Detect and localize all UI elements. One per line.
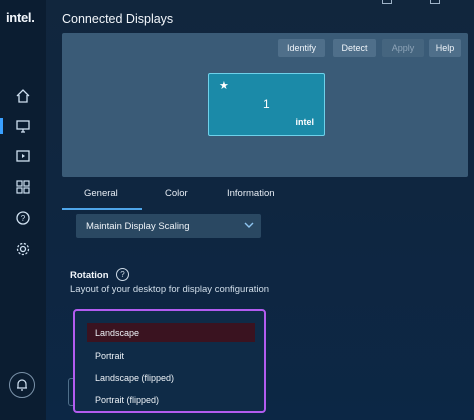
main-content: Connected Displays Identify Detect Apply…: [46, 0, 474, 420]
display-1-tile[interactable]: ★ 1 intel: [208, 73, 325, 136]
notification-bell-icon[interactable]: [9, 372, 35, 398]
primary-star-icon: ★: [219, 80, 229, 92]
help-button[interactable]: Help: [429, 39, 461, 57]
rotation-description: Layout of your desktop for display confi…: [70, 284, 270, 295]
help-icon[interactable]: ?: [14, 209, 32, 227]
tab-general[interactable]: General: [84, 188, 118, 199]
detect-button[interactable]: Detect: [333, 39, 376, 57]
rotation-dropdown-list: Landscape Portrait Landscape (flipped) P…: [73, 309, 266, 413]
rotation-help-icon[interactable]: ?: [116, 268, 129, 281]
display-number: 1: [263, 97, 270, 111]
scaling-value: Maintain Display Scaling: [86, 220, 190, 232]
page-title: Connected Displays: [62, 12, 174, 26]
maximize-control[interactable]: [430, 0, 440, 4]
svg-text:?: ?: [21, 214, 26, 223]
display-brand-label: intel: [295, 117, 314, 127]
apps-grid-icon[interactable]: [14, 178, 32, 196]
display-arrangement-panel: Identify Detect Apply Help ★ 1 intel: [62, 33, 468, 177]
rotation-option-portrait-flipped[interactable]: Portrait (flipped): [87, 390, 255, 409]
tab-information[interactable]: Information: [227, 188, 275, 199]
display-scaling-select[interactable]: Maintain Display Scaling: [76, 214, 261, 238]
video-icon[interactable]: [14, 147, 32, 165]
identify-button[interactable]: Identify: [278, 39, 325, 57]
sidebar: intel. ?: [0, 0, 46, 420]
apply-button[interactable]: Apply: [382, 39, 424, 57]
rotation-heading: Rotation: [70, 270, 109, 281]
minimize-control[interactable]: [382, 0, 392, 4]
tab-color[interactable]: Color: [165, 188, 188, 199]
rotation-option-landscape-flipped[interactable]: Landscape (flipped): [87, 368, 255, 387]
active-tab-indicator: [62, 208, 142, 210]
tab-bar: General Color Information: [62, 186, 468, 210]
rotation-option-landscape[interactable]: Landscape: [87, 323, 255, 342]
rotation-option-portrait[interactable]: Portrait: [87, 346, 255, 365]
chevron-down-icon: [244, 222, 254, 228]
home-icon[interactable]: [14, 87, 32, 105]
settings-gear-icon[interactable]: [14, 240, 32, 258]
display-icon[interactable]: [0, 117, 32, 135]
intel-logo: intel.: [6, 10, 35, 25]
